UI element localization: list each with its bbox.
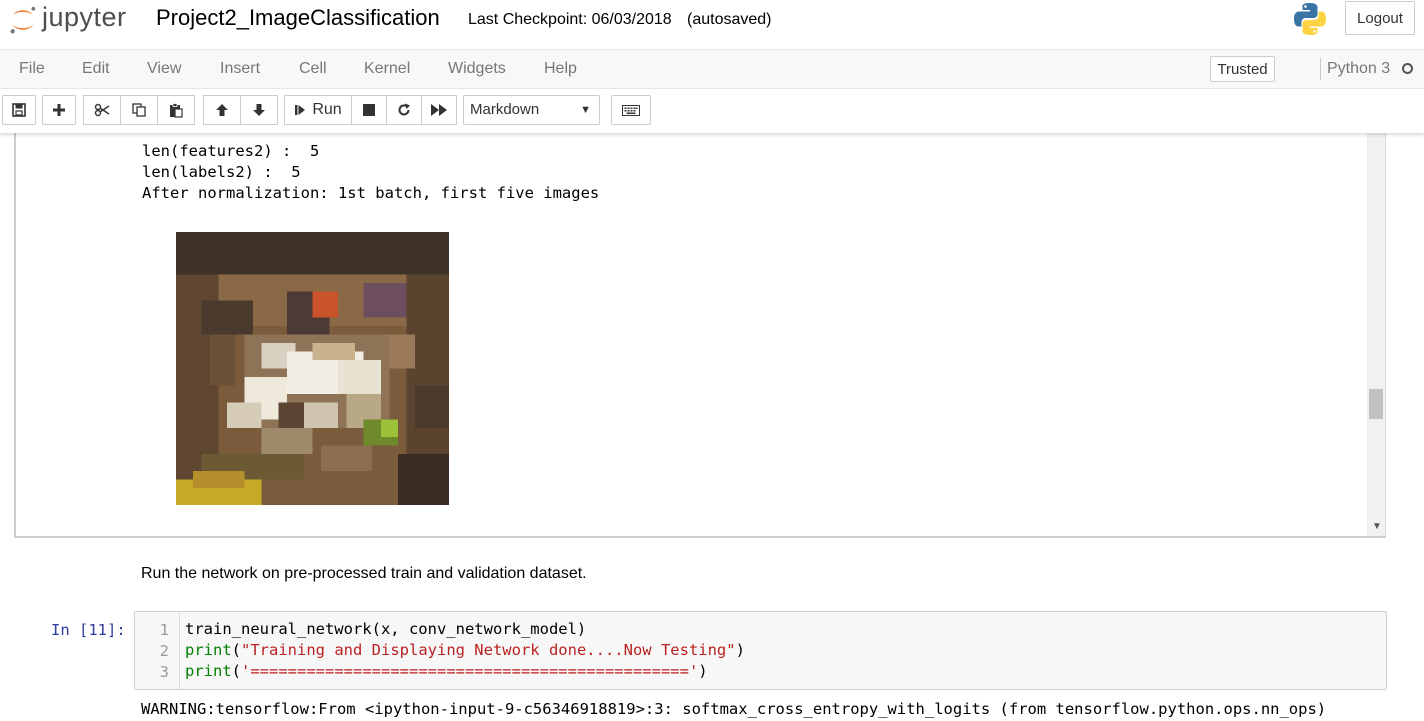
jupyter-logo-text[interactable]: jupyter [42,2,127,33]
autosave-status: (autosaved) [687,11,772,28]
code-cell-editor[interactable]: 1 2 3 train_neural_network(x, conv_netwo… [134,611,1387,690]
save-button[interactable] [2,95,36,125]
code-token-paren: ) [698,662,708,680]
copy-icon [132,103,146,117]
menu-cell[interactable]: Cell [299,60,327,78]
command-palette-button[interactable] [611,95,651,125]
notebook-header: jupyter Project2_ImageClassification Las… [0,0,1424,48]
restart-run-all-button[interactable] [421,95,457,125]
output-line: len(features2) : 5 [142,142,320,160]
copy-button[interactable] [120,95,158,125]
line-number: 1 [159,621,169,639]
checkpoint-status: Last Checkpoint: 06/03/2018 [468,11,672,28]
menu-insert[interactable]: Insert [220,60,260,78]
kernel-idle-icon [1402,63,1413,74]
notebook-container[interactable]: len(features2) : 5 len(labels2) : 5 Afte… [0,133,1424,721]
output-scrollbar[interactable]: ▼ [1367,133,1385,536]
cell-output-area[interactable]: len(features2) : 5 len(labels2) : 5 Afte… [14,133,1386,538]
line-number: 2 [159,642,169,660]
insert-cell-button[interactable] [42,95,76,125]
scrollbar-thumb[interactable] [1369,389,1383,419]
menu-view[interactable]: View [147,60,181,78]
logout-button[interactable]: Logout [1345,1,1415,35]
run-icon [295,105,306,115]
line-number-gutter: 1 2 3 [135,612,180,689]
kernel-separator [1320,58,1321,80]
menu-file[interactable]: File [19,60,45,78]
move-up-button[interactable] [203,95,241,125]
notebook-name[interactable]: Project2_ImageClassification [156,5,440,31]
cut-button[interactable] [83,95,121,125]
run-label: Run [312,101,342,118]
kernel-name[interactable]: Python 3 [1327,60,1390,78]
line-number: 3 [159,663,169,681]
warning-output: WARNING:tensorflow:From <ipython-input-9… [141,700,1327,718]
stop-icon [363,104,375,116]
paste-icon [170,102,183,118]
code-token-paren: ( [231,641,242,659]
code-line: print("Training and Displaying Network d… [185,641,745,659]
scissors-icon [94,103,110,117]
paste-button[interactable] [157,95,195,125]
chevron-down-icon: ▼ [580,104,591,116]
restart-icon [398,103,410,116]
frog-output-image [176,232,449,505]
menu-widgets[interactable]: Widgets [448,60,506,78]
output-line: After normalization: 1st batch, first fi… [142,184,600,202]
arrow-down-icon [253,104,265,116]
output-line: len(labels2) : 5 [142,163,301,181]
jupyter-logo-icon[interactable] [6,4,40,36]
cell-type-select[interactable]: Markdown ▼ [463,95,600,125]
scroll-down-icon[interactable]: ▼ [1372,521,1382,532]
toolbar: Run Markdown ▼ [0,89,1424,133]
save-icon [12,103,26,117]
menu-edit[interactable]: Edit [82,60,110,78]
code-token-builtin: print [185,662,232,680]
menu-kernel[interactable]: Kernel [364,60,410,78]
markdown-cell-text[interactable]: Run the network on pre-processed train a… [141,565,587,583]
trusted-indicator[interactable]: Trusted [1210,56,1275,82]
code-token-paren: ) [735,641,745,659]
code-line: print('=================================… [185,662,708,680]
input-prompt: In [11]: [51,621,126,639]
code-token-builtin: print [185,641,232,659]
code-token-string: '=======================================… [241,662,699,680]
cell-type-value: Markdown [470,101,540,118]
code-token-paren: ( [231,662,242,680]
interrupt-button[interactable] [351,95,387,125]
code-token-string: "Training and Displaying Network done...… [241,641,736,659]
python-logo-icon [1294,3,1326,35]
move-down-button[interactable] [240,95,278,125]
plus-icon [53,104,65,116]
code-line: train_neural_network(x, conv_network_mod… [185,620,587,638]
menu-help[interactable]: Help [544,60,577,78]
arrow-up-icon [216,104,228,116]
menubar: File Edit View Insert Cell Kernel Widget… [0,49,1424,89]
run-button[interactable]: Run [284,95,352,125]
fast-forward-icon [431,104,447,116]
restart-button[interactable] [386,95,422,125]
keyboard-icon [622,104,640,116]
